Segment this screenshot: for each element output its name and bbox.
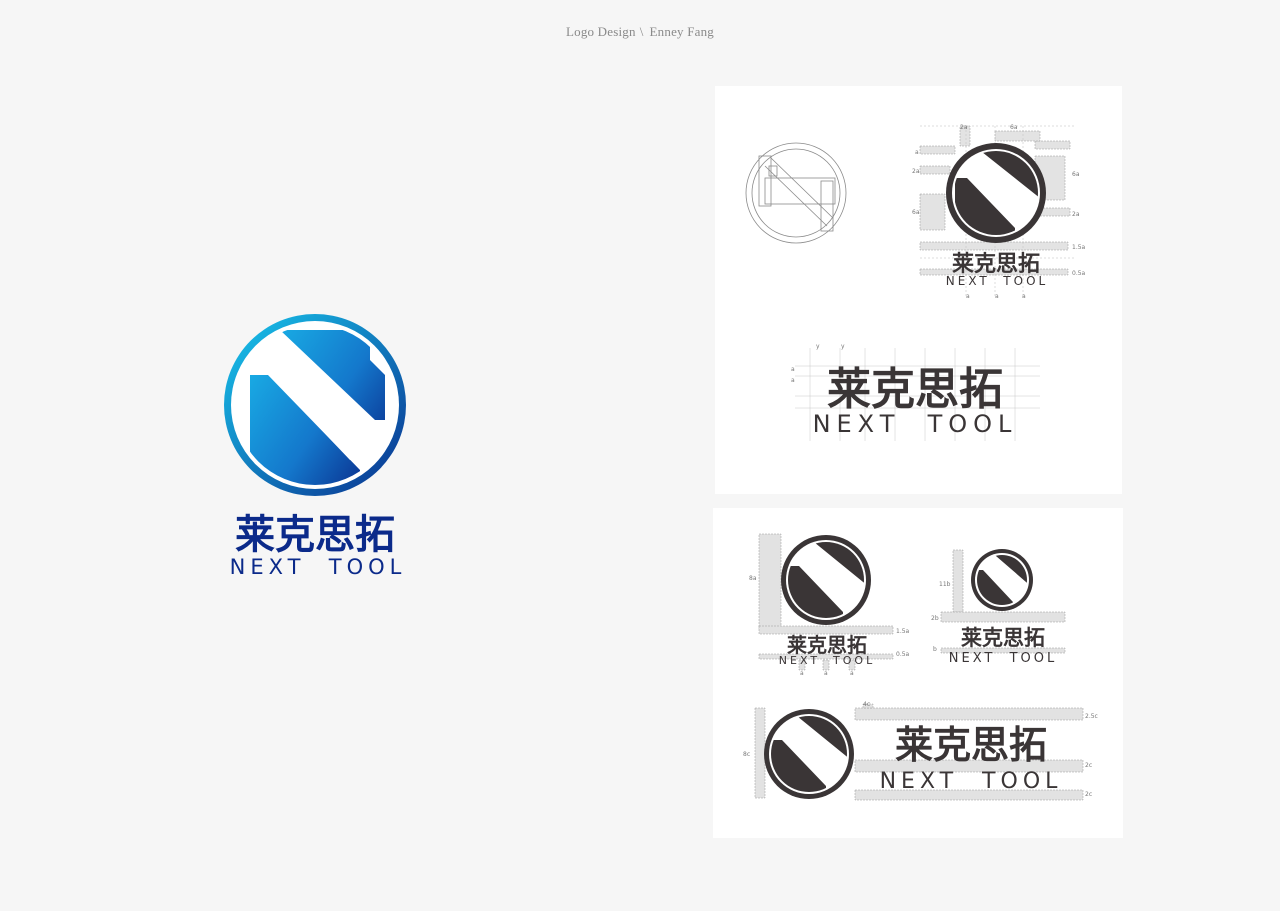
header-separator: \	[639, 24, 644, 39]
construction-sketch	[745, 142, 847, 244]
header-title: Logo Design	[565, 24, 636, 39]
dim-label: a	[850, 670, 854, 677]
header-author: Enney Fang	[649, 24, 714, 39]
dim-label: a	[791, 377, 795, 384]
dim-label: 8a	[749, 575, 757, 582]
dim-label: 0.5a	[1072, 270, 1086, 277]
construction-panel: 莱克思拓 NEXT TOOL 2a 6a a 2a 6a 6a 2a 1.5a …	[715, 86, 1122, 494]
dim-label: a	[791, 366, 795, 373]
lockup-a-emblem-icon	[781, 535, 871, 625]
dim-label: 2.5c	[1085, 713, 1098, 720]
dim-label: 6a	[1072, 171, 1080, 178]
dim-label: 2c	[1085, 762, 1092, 769]
logo-emblem-icon: 莱克思拓 NEXT TOOL	[224, 314, 407, 579]
lockup-b-cn: 莱克思拓	[961, 626, 1045, 650]
dim-label: 11b	[939, 581, 951, 588]
lockup-b-emblem-icon	[971, 549, 1033, 611]
dim-label: 1.5a	[896, 628, 910, 635]
dim-label: 2a	[960, 124, 968, 131]
dim-label: 2a	[912, 168, 920, 175]
dim-label: 0.5a	[896, 651, 910, 658]
dim-label: a	[824, 670, 828, 677]
dim-label: 2a	[1072, 211, 1080, 218]
logo-name-en: NEXT TOOL	[230, 555, 407, 579]
dim-label: y	[841, 343, 845, 350]
lockup-c-cn: 莱克思拓	[895, 723, 1047, 767]
page-header: Logo Design \ Enney Fang	[0, 24, 1280, 40]
dim-label: 8c	[743, 751, 750, 758]
dim-label: y	[816, 343, 820, 350]
dim-label: a	[995, 293, 999, 300]
dim-label: 2b	[931, 615, 939, 622]
mono-emblem-icon	[946, 143, 1046, 243]
grid-wordmark-en: NEXT TOOL	[946, 274, 1048, 288]
lockup-c-emblem-icon	[764, 709, 854, 799]
dim-label: 1.5a	[1072, 244, 1086, 251]
dim-label: a	[1022, 293, 1026, 300]
lockup-a-en: NEXT TOOL	[779, 654, 875, 667]
dim-label: a	[966, 293, 970, 300]
wordmark-grid-en: NEXT TOOL	[813, 410, 1018, 438]
logo-name-cn: 莱克思拓	[235, 512, 395, 558]
dim-label: 2c	[1085, 791, 1092, 798]
dim-label: 6a	[912, 209, 920, 216]
lockup-c-en: NEXT TOOL	[880, 769, 1063, 794]
lockup-b-en: NEXT TOOL	[949, 651, 1057, 666]
dim-label: a	[915, 149, 919, 156]
lockups-panel: 莱克思拓 NEXT TOOL 8a 1.5a 0.5a a a a 莱克思拓 N…	[713, 508, 1123, 838]
wordmark-grid-cn: 莱克思拓	[827, 364, 1003, 415]
dim-label: b	[933, 646, 937, 653]
dim-label: 6a	[1010, 124, 1018, 131]
dim-label: a	[800, 670, 804, 677]
main-logo: 莱克思拓 NEXT TOOL	[210, 300, 420, 590]
dim-label: 4c	[863, 701, 870, 708]
